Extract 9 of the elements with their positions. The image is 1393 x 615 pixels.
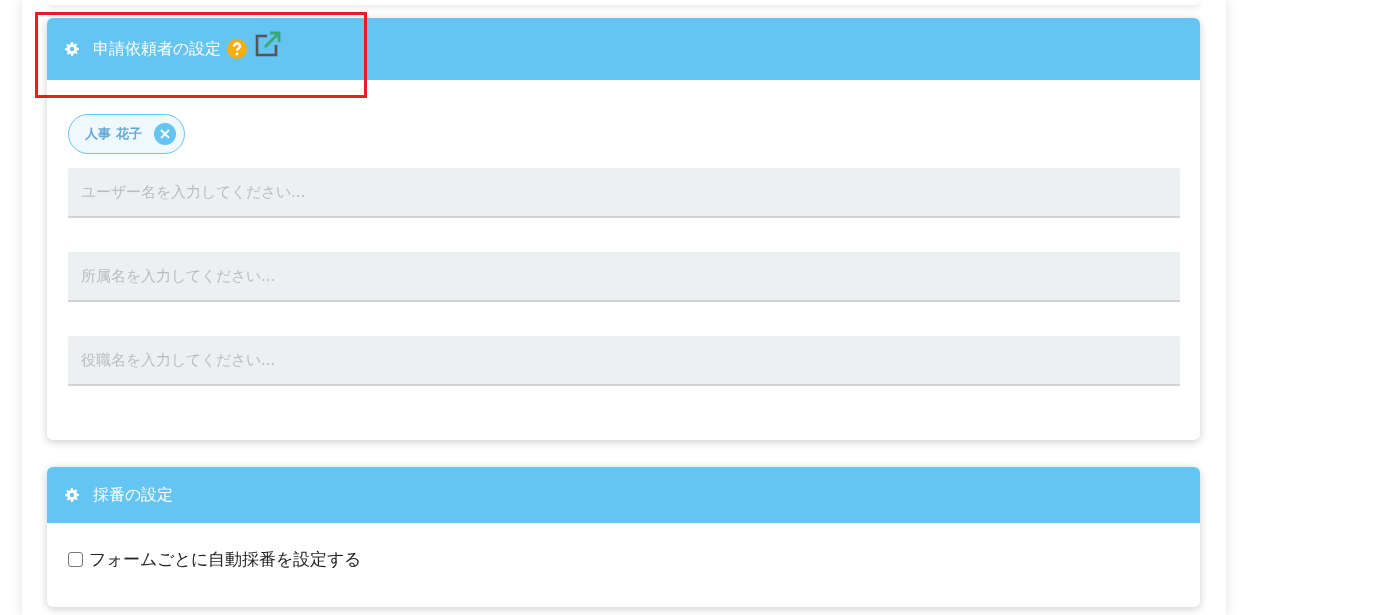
section-title: 申請依頼者の設定	[93, 38, 221, 60]
section-title: 採番の設定	[93, 484, 173, 506]
settings-icon	[65, 488, 79, 502]
checkbox-label: フォームごとに自動採番を設定する	[89, 548, 361, 571]
external-link-icon[interactable]	[255, 31, 281, 57]
checkbox[interactable]	[68, 552, 83, 567]
help-icon[interactable]	[227, 39, 247, 59]
tag-label: 人事 花子	[85, 125, 142, 143]
settings-icon	[65, 42, 79, 56]
